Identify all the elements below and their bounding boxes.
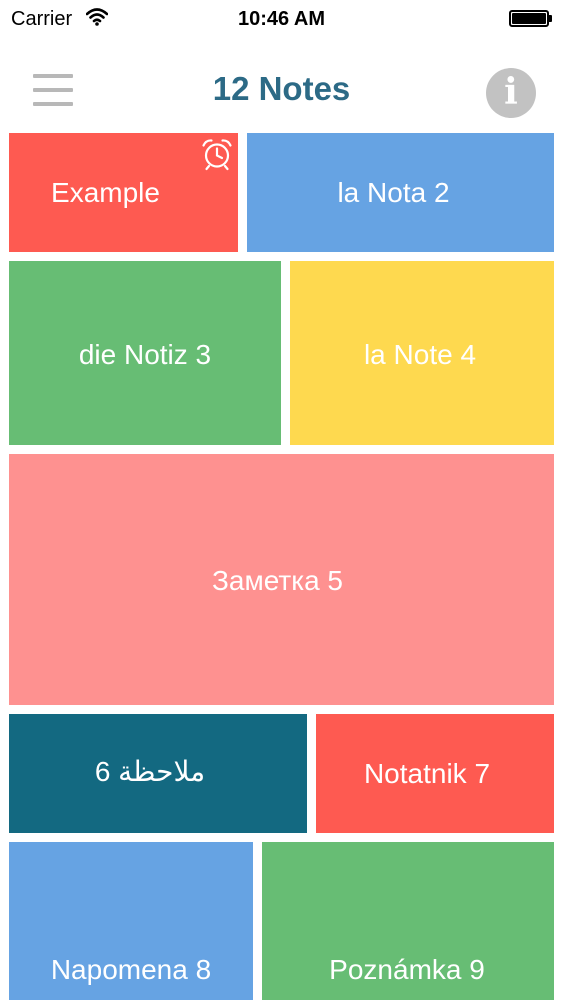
note-tile-8[interactable]: Napomena 8: [9, 842, 253, 1000]
note-title: die Notiz 3: [78, 339, 212, 370]
note-tile-3[interactable]: die Notiz 3: [9, 261, 281, 445]
note-tile-9[interactable]: Poznámka 9: [262, 842, 554, 1000]
status-bar: Carrier 10:46 AM: [0, 0, 563, 40]
note-title: Notatnik 7: [363, 758, 491, 789]
note-tile-1[interactable]: Example: [9, 133, 238, 252]
note-title: Napomena 8: [50, 954, 212, 985]
note-tile-6[interactable]: ملاحظة 6: [9, 714, 307, 833]
note-tile-2[interactable]: la Nota 2: [247, 133, 554, 252]
note-title: Заметка 5: [212, 565, 343, 596]
note-title: la Nota 2: [337, 177, 450, 208]
page-title: 12 Notes: [212, 70, 351, 107]
note-title: ملاحظة 6: [94, 756, 206, 787]
note-title: Poznámka 9: [329, 954, 485, 985]
note-tile-7[interactable]: Notatnik 7: [316, 714, 554, 833]
alarm-clock-icon: [202, 139, 232, 171]
note-title: Example: [51, 177, 160, 208]
clock: 10:46 AM: [237, 8, 326, 30]
nav-bar: 12 Notes i: [0, 40, 563, 132]
battery-tip: [549, 15, 552, 22]
battery-icon: [509, 10, 549, 27]
note-tile-5[interactable]: Заметка 5: [9, 454, 554, 705]
info-icon[interactable]: i: [486, 68, 536, 118]
note-title: la Note 4: [363, 339, 477, 370]
note-tile-4[interactable]: la Note 4: [290, 261, 554, 445]
